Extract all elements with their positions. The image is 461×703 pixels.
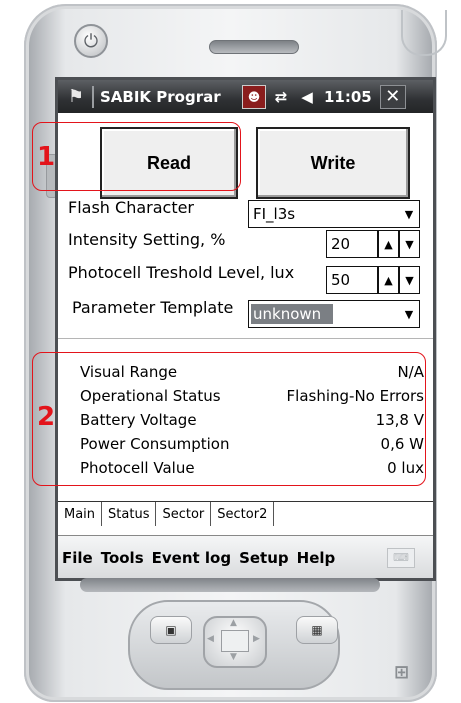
photocell-threshold-label: Photocell Treshold Level, lux xyxy=(68,263,295,282)
tab-sector2[interactable]: Sector2 xyxy=(211,502,275,526)
write-button[interactable]: Write xyxy=(256,127,410,199)
status-label: Battery Voltage xyxy=(80,411,197,429)
speaker-grille xyxy=(209,40,299,54)
status-row-battery: Battery Voltage 13,8 V xyxy=(80,411,424,433)
status-value: 0 lux xyxy=(387,459,424,477)
status-label: Photocell Value xyxy=(80,459,195,477)
menu-event-log[interactable]: Event log xyxy=(152,549,231,567)
chevron-down-icon[interactable]: ▼ xyxy=(399,208,419,221)
stylus-holder xyxy=(401,10,447,56)
dpad-up-icon[interactable]: ▲ xyxy=(230,618,237,628)
screen: ⚑ SABIK Prograr ☻ ⇄ ◀ 11:05 ✕ Read Write… xyxy=(55,77,436,581)
app-title: SABIK Prograr xyxy=(100,87,221,106)
photocell-threshold-field[interactable]: 50 xyxy=(326,266,378,294)
parameter-template-dropdown[interactable]: unknown ▼ xyxy=(248,300,420,328)
menu-file[interactable]: File xyxy=(62,549,93,567)
intensity-label: Intensity Setting, % xyxy=(68,230,226,249)
status-value: N/A xyxy=(397,363,424,381)
dpad-down-icon[interactable]: ▼ xyxy=(230,652,237,662)
dpad-center-icon xyxy=(221,630,249,652)
dpad-left-icon[interactable]: ◀ xyxy=(207,634,214,644)
callout-number-2: 2 xyxy=(37,402,56,432)
divider xyxy=(58,338,433,339)
intensity-down-icon[interactable]: ▼ xyxy=(399,230,420,258)
status-row-photocell: Photocell Value 0 lux xyxy=(80,459,424,481)
clock-time[interactable]: 11:05 xyxy=(324,88,372,106)
tab-status[interactable]: Status xyxy=(102,502,157,526)
status-row-power: Power Consumption 0,6 W xyxy=(80,435,424,457)
keyboard-icon[interactable]: ⌨ xyxy=(387,547,415,568)
windows-logo-icon: ⊞ xyxy=(394,662,410,683)
connectivity-icon[interactable]: ⇄ xyxy=(270,86,292,108)
dpad-center-button[interactable]: ▲ ▼ ◀ ▶ xyxy=(203,616,267,668)
windows-flag-icon[interactable]: ⚑ xyxy=(64,86,88,108)
menu-setup[interactable]: Setup xyxy=(239,549,289,567)
status-value: Flashing-No Errors xyxy=(286,387,424,405)
intensity-up-icon[interactable]: ▲ xyxy=(378,230,399,258)
close-icon[interactable]: ✕ xyxy=(379,84,406,109)
intensity-field[interactable]: 20 xyxy=(326,230,378,258)
title-bar: ⚑ SABIK Prograr ☻ ⇄ ◀ 11:05 ✕ xyxy=(58,80,433,113)
volume-icon[interactable]: ◀ xyxy=(296,86,318,108)
flash-character-dropdown[interactable]: FI_l3s ▼ xyxy=(248,200,420,228)
chevron-down-icon[interactable]: ▼ xyxy=(399,308,419,321)
photocell-up-icon[interactable]: ▲ xyxy=(378,266,399,294)
right-softkey-icon[interactable]: ▦ xyxy=(296,616,338,644)
status-label: Power Consumption xyxy=(80,435,230,453)
menu-bar: File Tools Event log Setup Help ⌨ xyxy=(58,535,433,578)
title-divider xyxy=(92,85,94,108)
app-status-icon: ☻ xyxy=(242,84,266,109)
read-button[interactable]: Read xyxy=(100,127,238,199)
tab-main[interactable]: Main xyxy=(58,502,103,526)
dpad-right-icon[interactable]: ▶ xyxy=(253,634,260,644)
menu-tools[interactable]: Tools xyxy=(101,549,144,567)
status-value: 13,8 V xyxy=(375,411,424,429)
bottom-slot xyxy=(80,578,380,592)
power-icon[interactable]: ⏻ xyxy=(74,24,108,58)
photocell-threshold-value: 50 xyxy=(331,271,351,289)
status-label: Visual Range xyxy=(80,363,178,381)
status-row-operational: Operational Status Flashing-No Errors xyxy=(80,387,424,409)
tab-bar: Main Status Sector Sector2 xyxy=(58,501,433,528)
parameter-template-label: Parameter Template xyxy=(72,298,234,317)
callout-number-1: 1 xyxy=(37,142,56,172)
flash-character-label: Flash Character xyxy=(68,198,195,217)
parameter-template-value: unknown xyxy=(251,304,333,324)
tab-sector[interactable]: Sector xyxy=(156,502,212,526)
intensity-value: 20 xyxy=(331,235,351,253)
flash-character-value: FI_l3s xyxy=(253,205,296,223)
status-value: 0,6 W xyxy=(380,435,424,453)
status-label: Operational Status xyxy=(80,387,221,405)
photocell-down-icon[interactable]: ▼ xyxy=(399,266,420,294)
menu-help[interactable]: Help xyxy=(297,549,336,567)
left-softkey-icon[interactable]: ▣ xyxy=(150,616,192,644)
status-row-visual-range: Visual Range N/A xyxy=(80,363,424,385)
